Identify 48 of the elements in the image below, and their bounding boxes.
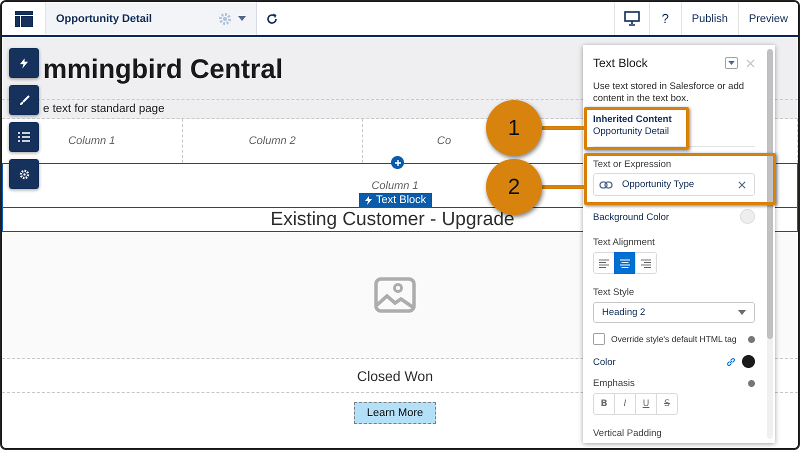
panel-title: Text Block: [593, 56, 649, 70]
list-icon[interactable]: [9, 122, 39, 152]
learn-more-button[interactable]: Learn More: [354, 402, 436, 424]
caret-icon[interactable]: [238, 16, 246, 21]
align-button[interactable]: [614, 252, 636, 274]
link-icon[interactable]: [726, 356, 736, 366]
refresh-icon[interactable]: [265, 12, 279, 26]
component-tag: Text Block: [359, 193, 432, 207]
page-title: mmingbird Central: [43, 54, 284, 85]
add-icon[interactable]: [391, 156, 404, 169]
checkbox-label: Override style's default HTML tag: [611, 334, 738, 344]
column-label: Column 1: [371, 180, 419, 193]
text-style-select[interactable]: Heading 2: [593, 302, 755, 323]
lightning-icon: [365, 196, 372, 204]
column-label: Co: [437, 135, 452, 147]
field-label: Text Style: [593, 287, 636, 298]
callout-number: 1: [486, 100, 542, 156]
inherited-value[interactable]: Opportunity Detail: [593, 126, 755, 137]
checkbox[interactable]: [593, 333, 605, 345]
format-button[interactable]: I: [614, 393, 636, 415]
settings-icon[interactable]: [9, 159, 39, 189]
format-button[interactable]: S: [656, 393, 678, 415]
page-selector[interactable]: Opportunity Detail: [46, 2, 257, 35]
color-swatch[interactable]: [740, 209, 755, 224]
lightning-icon[interactable]: [9, 48, 39, 78]
info-icon[interactable]: [748, 336, 755, 342]
clear-icon[interactable]: [738, 180, 746, 188]
expression-field[interactable]: Opportunity Type: [593, 173, 755, 196]
align-icon: [599, 258, 609, 268]
color-swatch[interactable]: [742, 355, 755, 368]
field-label: Emphasis: [593, 378, 636, 389]
column-label: Column 2: [248, 135, 296, 147]
caret-icon: [738, 310, 746, 315]
format-button[interactable]: B: [593, 393, 615, 415]
brush-icon[interactable]: [9, 85, 39, 115]
image-icon: [374, 277, 416, 313]
field-label[interactable]: Color: [593, 356, 720, 368]
field-label[interactable]: Background Color: [593, 212, 734, 222]
info-icon[interactable]: [748, 380, 755, 387]
align-icon: [641, 258, 651, 268]
dropdown-icon[interactable]: [725, 57, 738, 69]
field-label: Vertical Padding: [593, 428, 663, 439]
column-label: Column 1: [68, 135, 116, 147]
toolbar-button[interactable]: Preview: [738, 2, 798, 35]
align-icon: [620, 258, 630, 268]
link-icon: [599, 180, 613, 188]
format-button[interactable]: U: [635, 393, 657, 415]
field-label: Text Alignment: [593, 237, 656, 248]
